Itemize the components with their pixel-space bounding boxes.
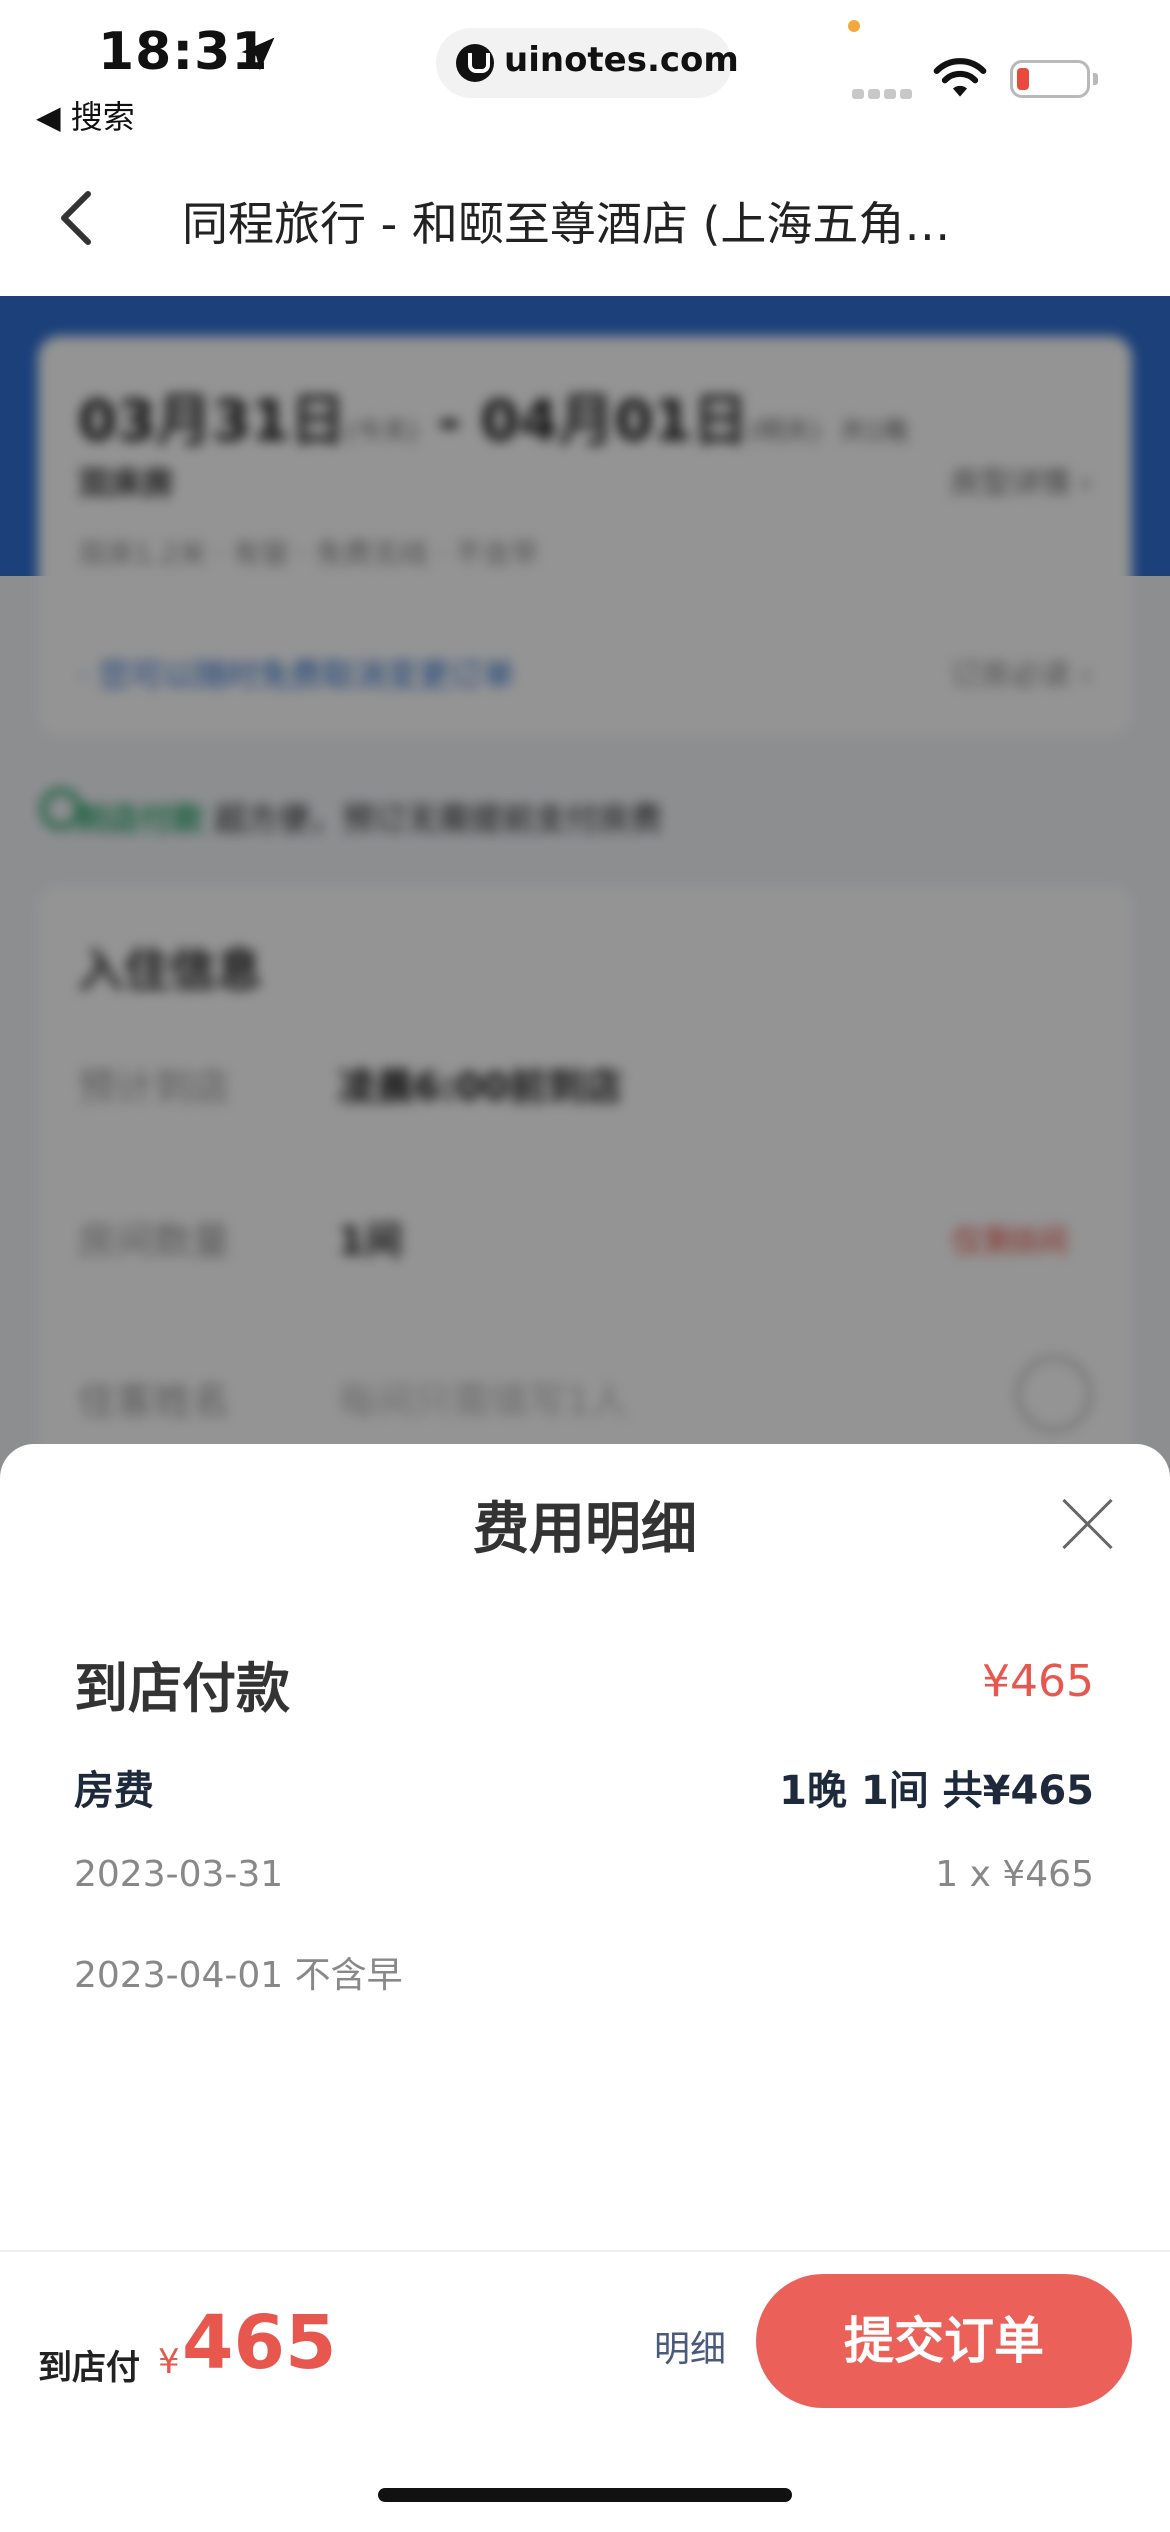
fee-section-amount: ¥465: [982, 1656, 1094, 1707]
nav-bar: 同程旅行 - 和颐至尊酒店 (上海五角…: [0, 140, 1170, 296]
battery-icon: [1010, 60, 1098, 98]
back-to-search-link[interactable]: ◀ 搜索: [36, 92, 135, 138]
wifi-icon: [933, 58, 987, 97]
room-fee-summary: 1晚 1间 共¥465: [779, 1768, 1094, 1814]
status-bar: 18:31 ◀ 搜索 uinotes.com: [0, 0, 1170, 140]
back-chevron-icon[interactable]: [56, 190, 96, 246]
total-amount: 465: [182, 2300, 337, 2386]
detail-toggle-link[interactable]: 明细: [654, 2320, 726, 2372]
fee-date-row: 2023-04-01 不含早: [74, 1955, 403, 1996]
modal-overlay[interactable]: [0, 296, 1170, 1496]
location-arrow-icon: [241, 37, 275, 71]
fee-date-row: 2023-03-31: [74, 1854, 284, 1895]
currency-symbol: ¥: [158, 2342, 180, 2382]
home-indicator: [378, 2488, 792, 2502]
sheet-title: 费用明细: [473, 1497, 697, 1562]
cellular-signal-icon: [852, 84, 916, 99]
pay-at-hotel-label: 到店付: [38, 2348, 140, 2388]
submit-order-button[interactable]: 提交订单: [756, 2274, 1132, 2408]
room-fee-label: 房费: [74, 1768, 154, 1814]
fee-date-amount: 1 x ¥465: [935, 1854, 1094, 1895]
fee-section-title: 到店付款: [74, 1657, 290, 1720]
site-logo-icon: [456, 44, 494, 82]
url-text: uinotes.com: [504, 40, 739, 80]
privacy-indicator-dot: [848, 20, 860, 32]
url-pill[interactable]: uinotes.com: [436, 28, 739, 98]
close-icon[interactable]: [1060, 1496, 1116, 1552]
page-title: 同程旅行 - 和颐至尊酒店 (上海五角…: [182, 197, 951, 251]
